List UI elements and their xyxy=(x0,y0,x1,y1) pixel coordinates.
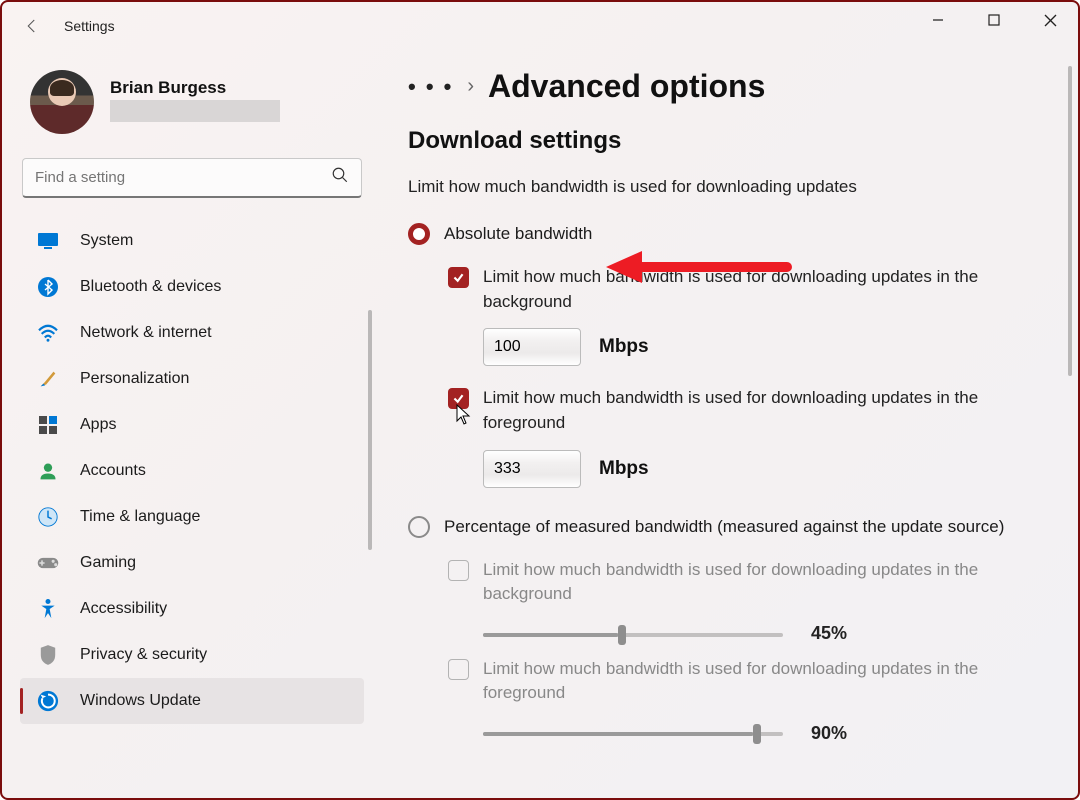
paintbrush-icon xyxy=(36,367,60,391)
shield-icon xyxy=(36,643,60,667)
sidebar-item-label: Personalization xyxy=(80,370,189,388)
sidebar-item-label: Network & internet xyxy=(80,324,212,342)
gamepad-icon xyxy=(36,551,60,575)
search-icon xyxy=(331,166,349,189)
close-button[interactable] xyxy=(1022,2,1078,38)
main-content: • • • › Advanced options Download settin… xyxy=(372,50,1078,798)
sidebar-item-accessibility[interactable]: Accessibility xyxy=(20,586,364,632)
radio-icon xyxy=(408,516,430,538)
sidebar-item-system[interactable]: System xyxy=(20,218,364,264)
titlebar: Settings xyxy=(2,2,1078,50)
checkbox-limit-foreground[interactable]: Limit how much bandwidth is used for dow… xyxy=(448,386,1048,435)
sidebar-item-apps[interactable]: Apps xyxy=(20,402,364,448)
radio-absolute-bandwidth[interactable]: Absolute bandwidth xyxy=(408,223,1048,245)
update-icon xyxy=(36,689,60,713)
display-icon xyxy=(36,229,60,253)
checkbox-icon xyxy=(448,560,469,581)
sidebar: Brian Burgess System Bluetooth & devices xyxy=(2,50,372,798)
content-scrollbar[interactable] xyxy=(1068,66,1072,376)
app-title: Settings xyxy=(64,18,115,34)
sidebar-item-label: Accounts xyxy=(80,462,146,480)
checkbox-pct-background: Limit how much bandwidth is used for dow… xyxy=(448,558,1048,607)
radio-label: Absolute bandwidth xyxy=(444,224,592,244)
sidebar-item-privacy[interactable]: Privacy & security xyxy=(20,632,364,678)
checkbox-label: Limit how much bandwidth is used for dow… xyxy=(483,657,1048,706)
checkbox-label: Limit how much bandwidth is used for dow… xyxy=(483,386,1048,435)
background-bandwidth-input[interactable] xyxy=(483,328,581,366)
sidebar-item-label: Gaming xyxy=(80,554,136,572)
breadcrumb-overflow-icon[interactable]: • • • xyxy=(408,74,453,100)
wifi-icon xyxy=(36,321,60,345)
cursor-icon xyxy=(455,404,471,426)
unit-label: Mbps xyxy=(599,458,649,480)
accessibility-icon xyxy=(36,597,60,621)
back-button[interactable] xyxy=(18,12,46,40)
settings-window: Settings Brian Burgess xyxy=(0,0,1080,800)
breadcrumb: • • • › Advanced options xyxy=(408,68,1048,105)
section-description: Limit how much bandwidth is used for dow… xyxy=(408,177,1048,197)
chevron-right-icon: › xyxy=(467,75,474,98)
checkbox-limit-background[interactable]: Limit how much bandwidth is used for dow… xyxy=(448,265,1048,314)
nav-list: System Bluetooth & devices Network & int… xyxy=(20,218,364,724)
avatar xyxy=(30,70,94,134)
sidebar-item-gaming[interactable]: Gaming xyxy=(20,540,364,586)
checkbox-icon xyxy=(448,659,469,680)
slider-pct-background xyxy=(483,623,783,645)
bluetooth-icon xyxy=(36,275,60,299)
sidebar-item-label: Privacy & security xyxy=(80,646,207,664)
sidebar-item-label: Apps xyxy=(80,416,116,434)
slider-pct-foreground xyxy=(483,722,783,744)
profile-block[interactable]: Brian Burgess xyxy=(30,70,364,134)
profile-name: Brian Burgess xyxy=(110,78,280,98)
page-title: Advanced options xyxy=(488,68,765,105)
sidebar-item-accounts[interactable]: Accounts xyxy=(20,448,364,494)
radio-label: Percentage of measured bandwidth (measur… xyxy=(444,517,1004,537)
unit-label: Mbps xyxy=(599,336,649,358)
checkbox-label: Limit how much bandwidth is used for dow… xyxy=(483,558,1048,607)
apps-icon xyxy=(36,413,60,437)
checkbox-pct-foreground: Limit how much bandwidth is used for dow… xyxy=(448,657,1048,706)
sidebar-item-label: Accessibility xyxy=(80,600,167,618)
slider-value: 45% xyxy=(811,623,847,644)
sidebar-item-network[interactable]: Network & internet xyxy=(20,310,364,356)
sidebar-item-bluetooth[interactable]: Bluetooth & devices xyxy=(20,264,364,310)
sidebar-item-personalization[interactable]: Personalization xyxy=(20,356,364,402)
slider-value: 90% xyxy=(811,723,847,744)
sidebar-item-time[interactable]: Time & language xyxy=(20,494,364,540)
person-icon xyxy=(36,459,60,483)
foreground-bandwidth-input[interactable] xyxy=(483,450,581,488)
sidebar-item-label: Bluetooth & devices xyxy=(80,278,221,296)
profile-email-placeholder xyxy=(110,100,280,122)
sidebar-item-windows-update[interactable]: Windows Update xyxy=(20,678,364,724)
clock-globe-icon xyxy=(36,505,60,529)
sidebar-item-label: Time & language xyxy=(80,508,200,526)
maximize-button[interactable] xyxy=(966,2,1022,38)
radio-icon xyxy=(408,223,430,245)
radio-percentage-bandwidth[interactable]: Percentage of measured bandwidth (measur… xyxy=(408,516,1048,538)
checkbox-label: Limit how much bandwidth is used for dow… xyxy=(483,265,1048,314)
search-field[interactable] xyxy=(35,169,331,186)
minimize-button[interactable] xyxy=(910,2,966,38)
search-input[interactable] xyxy=(22,158,362,198)
sidebar-item-label: System xyxy=(80,232,133,250)
sidebar-item-label: Windows Update xyxy=(80,692,201,710)
section-heading: Download settings xyxy=(408,127,1048,155)
checkbox-icon xyxy=(448,267,469,288)
